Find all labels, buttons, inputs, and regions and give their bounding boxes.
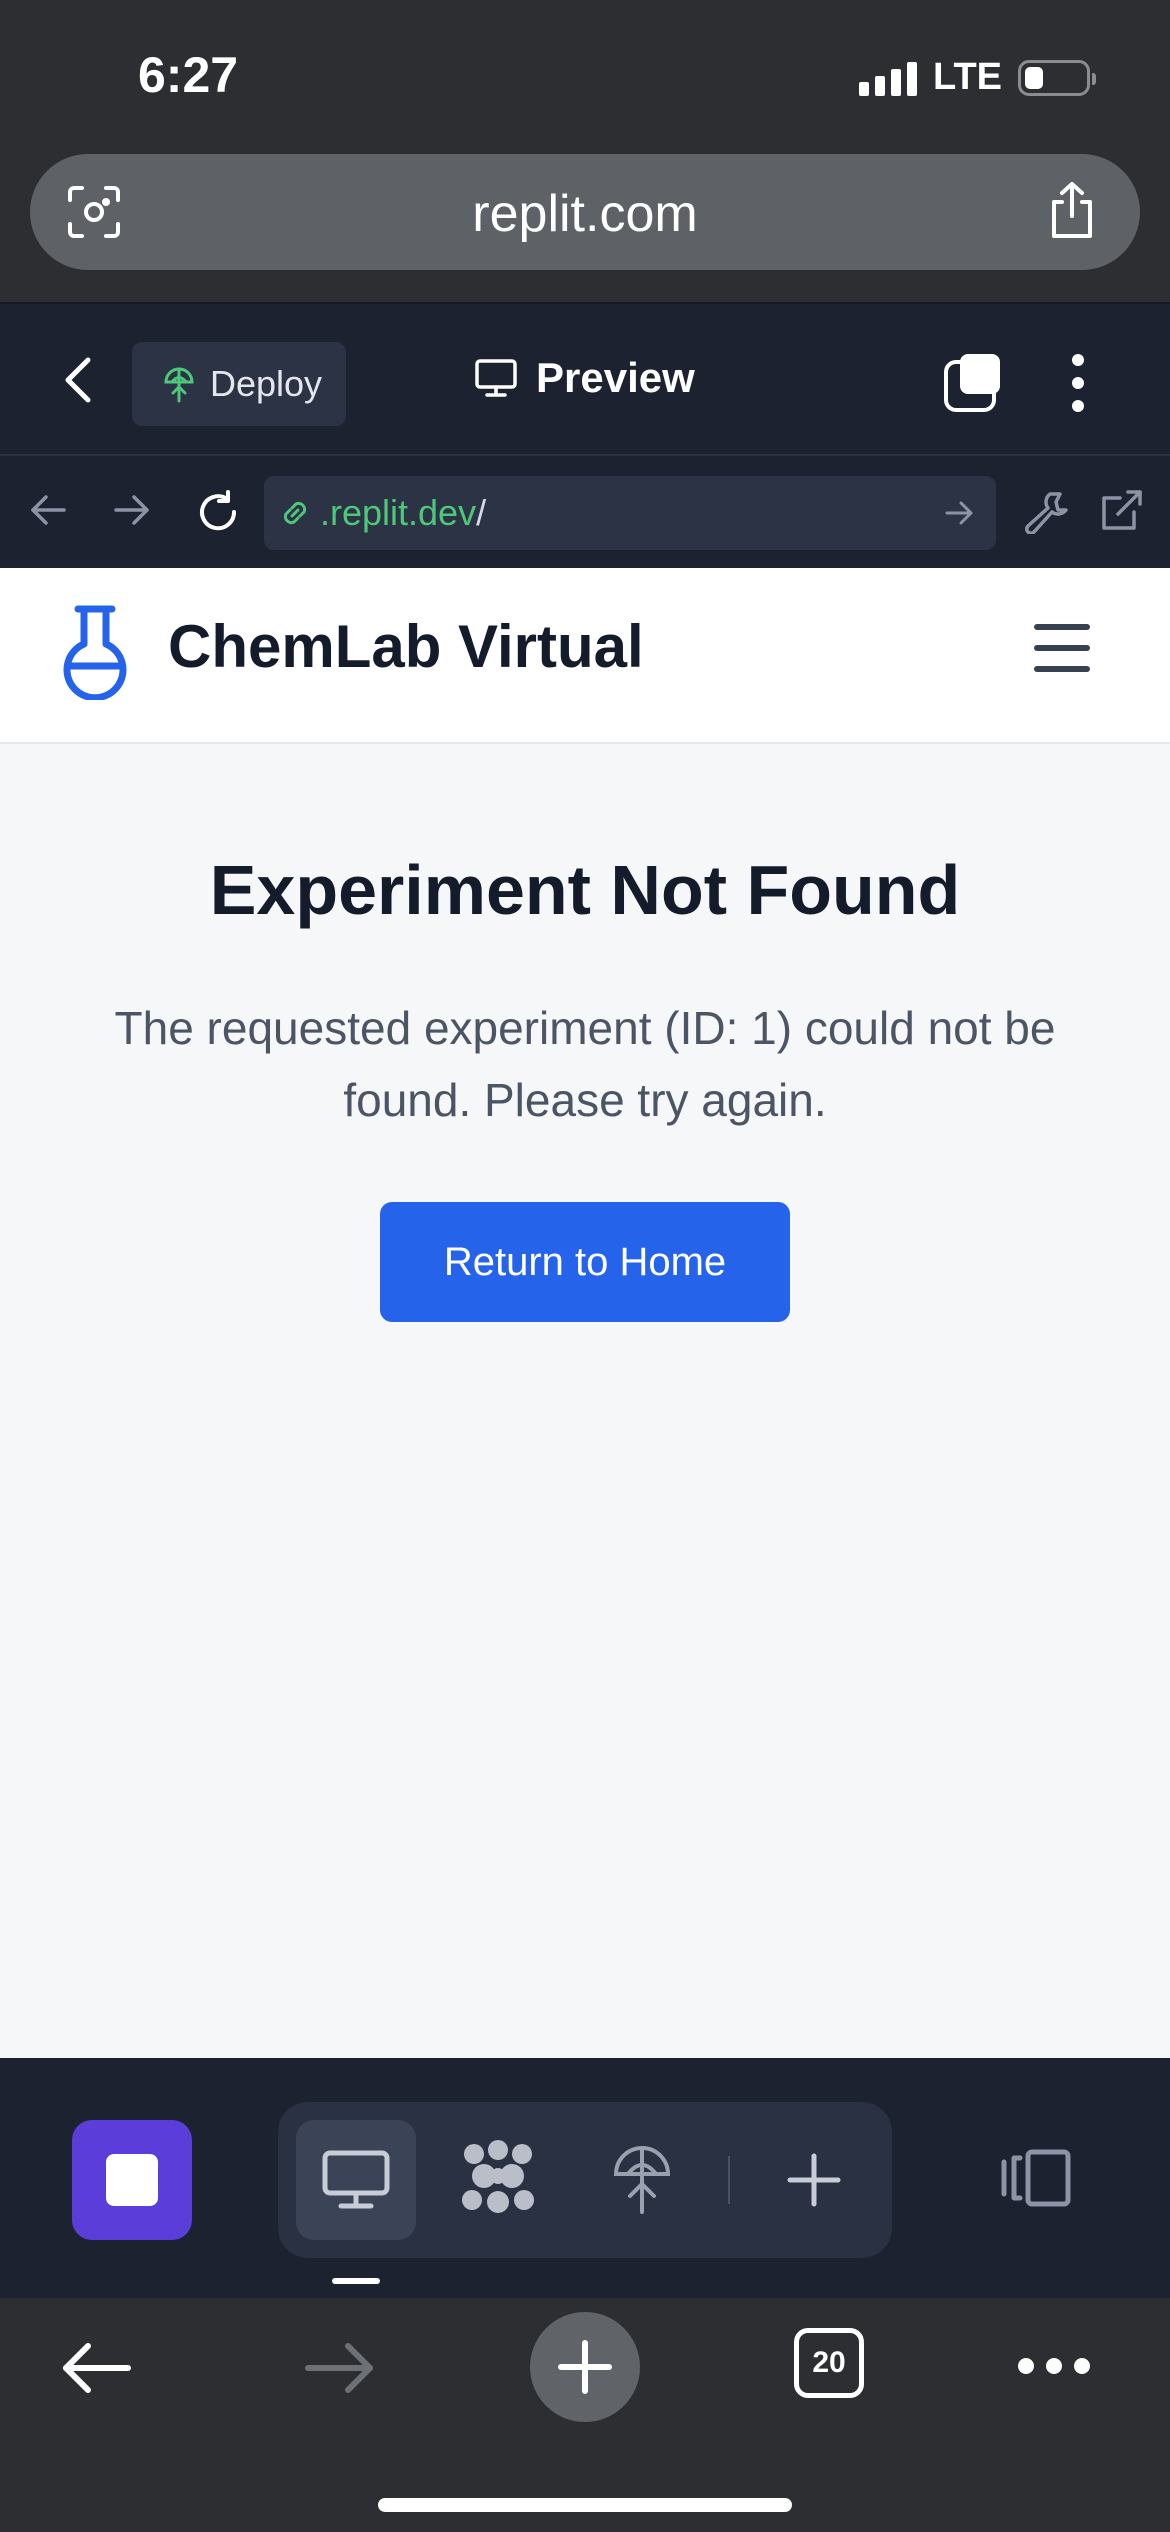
webview-url-path: / [476,492,487,533]
status-time: 6:27 [138,47,239,103]
go-arrow-icon[interactable] [944,498,974,528]
forward-arrow-icon[interactable] [304,2340,376,2396]
error-title: Experiment Not Found [209,851,961,929]
webview-nav-bar: .replit.dev/ [0,454,1170,568]
wrench-icon[interactable] [1022,488,1068,534]
reload-icon[interactable] [196,490,240,534]
preview-label: Preview [536,354,695,401]
main-content: Experiment Not Found The requested exper… [0,744,1170,2058]
stop-icon [106,2154,158,2206]
browser-url: replit.com [472,185,698,243]
app-header: ChemLab Virtual [0,568,1170,744]
plus-icon [787,2153,841,2207]
tabs-icon[interactable] [944,352,1004,412]
deploy-button[interactable]: Deploy [132,342,346,426]
arrow-left-icon[interactable] [28,490,68,530]
tool-add[interactable] [754,2120,874,2240]
home-indicator [378,2498,792,2512]
battery-icon [1018,59,1096,96]
new-tab-plus-icon [558,2340,612,2394]
status-bar: 6:27 LTE [0,0,1170,150]
monitor-icon [322,2150,390,2209]
webview-url-field[interactable]: .replit.dev/ [264,476,996,550]
status-indicators: LTE [859,56,1096,99]
active-tab-indicator [332,2278,380,2284]
replit-toolbar: Deploy Preview [0,302,1170,454]
network-label: LTE [933,56,1002,98]
tool-preview[interactable] [296,2120,416,2240]
browser-address-bar[interactable]: replit.com [30,154,1140,270]
kebab-menu-icon[interactable] [1072,354,1084,412]
deploy-icon [164,367,194,403]
browser-bottom-toolbar: 20 [0,2298,1170,2532]
deploy-label: Deploy [210,363,323,404]
chevron-left-icon[interactable] [64,356,92,404]
link-icon [278,496,312,530]
tool-divider [728,2156,730,2204]
new-tab-button[interactable] [530,2312,640,2422]
tab-preview[interactable]: Preview [474,354,695,402]
return-home-button[interactable]: Return to Home [380,1202,790,1322]
webview-url-text: .replit.dev/ [320,492,486,534]
tool-deploy[interactable] [582,2120,702,2240]
brand-title[interactable]: ChemLab Virtual [168,612,644,681]
signal-icon [859,60,918,96]
agent-icon [462,2140,534,2213]
replit-bottom-bar [0,2058,1170,2298]
flask-logo-icon[interactable] [60,604,130,700]
more-dots-icon[interactable] [1018,2358,1090,2374]
error-message: The requested experiment (ID: 1) could n… [114,1002,1056,1126]
stop-button[interactable] [72,2120,192,2240]
external-link-icon[interactable] [1100,488,1144,532]
deploy-icon [613,2146,671,2214]
tool-group [278,2102,892,2258]
tab-count-icon[interactable]: 20 [794,2328,864,2398]
tool-agent[interactable] [438,2120,558,2240]
webview-url-domain: .replit.dev [320,492,477,533]
monitor-icon [475,359,517,397]
back-arrow-icon[interactable] [60,2340,132,2396]
hamburger-menu-icon[interactable] [1034,624,1090,672]
arrow-right-icon[interactable] [112,490,152,530]
layout-icon[interactable] [1000,2148,1072,2208]
share-icon[interactable] [1044,180,1100,240]
